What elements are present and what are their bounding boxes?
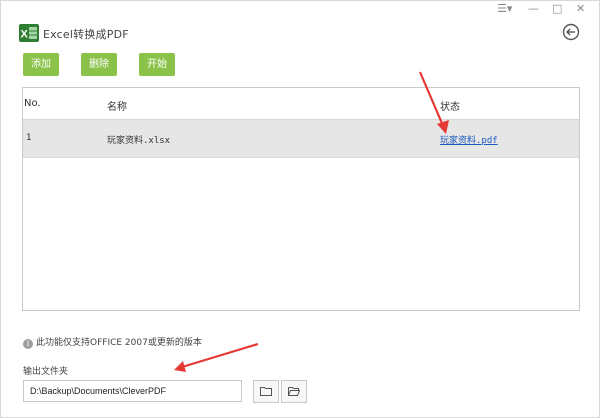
delete-button[interactable]: 删除 [81, 53, 117, 76]
compatibility-note: i 此功能仅支持OFFICE 2007或更新的版本 [23, 335, 202, 349]
open-folder-button[interactable] [281, 380, 307, 403]
compatibility-note-text: 此功能仅支持OFFICE 2007或更新的版本 [36, 338, 202, 348]
output-folder-label: 输出文件夹 [23, 367, 69, 377]
output-file-link[interactable]: 玩家资料.pdf [440, 133, 498, 146]
file-table: No. 名称 状态 1 玩家资料.xlsx 玩家资料.pdf [22, 87, 580, 311]
add-button[interactable]: 添加 [23, 53, 59, 76]
output-path-field[interactable]: D:\Backup\Documents\CleverPDF [23, 380, 242, 402]
folder-icon [260, 387, 272, 396]
info-icon: i [23, 339, 33, 349]
maximize-icon[interactable]: □ [552, 3, 562, 15]
browse-folder-button[interactable] [253, 380, 279, 403]
minimize-icon[interactable]: — [528, 3, 539, 15]
column-header-status: 状态 [440, 102, 460, 113]
start-button[interactable]: 开始 [139, 53, 175, 76]
open-folder-icon [288, 387, 300, 396]
excel-icon: X [19, 24, 39, 42]
row-number: 1 [26, 133, 32, 143]
table-header: No. 名称 状态 [23, 88, 579, 120]
app-window: X Excel转换成PDF ☰▾ — □ ✕ 添加 删除 开始 No. 名称 状… [0, 0, 600, 418]
back-arrow-icon[interactable] [562, 23, 580, 41]
file-name: 玩家资料.xlsx [107, 136, 171, 146]
svg-text:X: X [21, 29, 29, 41]
column-header-name: 名称 [107, 102, 127, 113]
table-row[interactable]: 1 玩家资料.xlsx 玩家资料.pdf [23, 120, 579, 158]
column-header-no: No. [24, 98, 41, 109]
app-title: Excel转换成PDF [43, 28, 129, 41]
close-icon[interactable]: ✕ [576, 3, 585, 15]
menu-icon[interactable]: ☰▾ [497, 3, 512, 15]
